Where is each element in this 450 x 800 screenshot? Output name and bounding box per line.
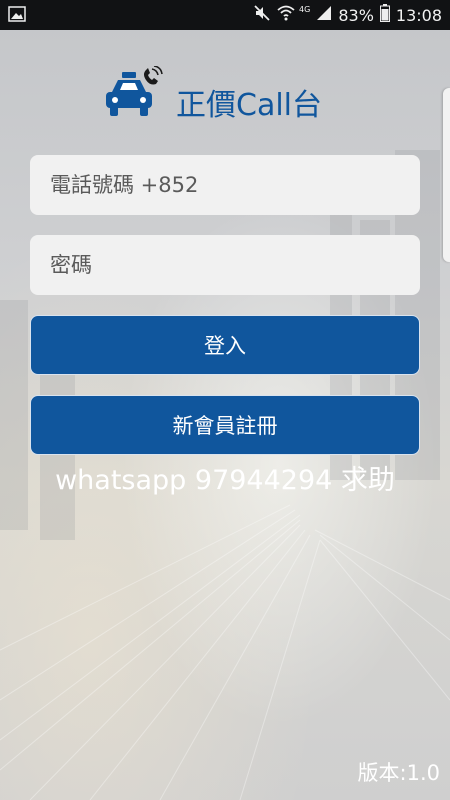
taxi-phone-icon	[102, 65, 164, 122]
register-button[interactable]: 新會員註冊	[30, 395, 420, 455]
whatsapp-help-text: whatsapp 97944294 求助	[55, 465, 395, 496]
version-label: 版本:1.0	[357, 761, 440, 785]
phone-field[interactable]	[30, 155, 420, 215]
mute-icon	[253, 4, 271, 26]
status-bar: 4G 83% 13:08	[0, 0, 450, 30]
signal-icon	[316, 5, 332, 25]
app-title: 正價Call台	[176, 88, 323, 123]
password-input[interactable]	[30, 235, 420, 295]
image-notification-icon	[8, 6, 26, 22]
battery-percent: 83%	[338, 5, 374, 25]
password-field[interactable]	[30, 235, 420, 295]
login-button[interactable]: 登入	[30, 315, 420, 375]
network-type: 4G	[299, 4, 311, 14]
wifi-icon	[277, 5, 295, 25]
clock: 13:08	[395, 5, 442, 25]
phone-input[interactable]	[30, 155, 420, 215]
battery-icon	[379, 4, 390, 26]
edge-panel-handle[interactable]	[443, 88, 450, 262]
